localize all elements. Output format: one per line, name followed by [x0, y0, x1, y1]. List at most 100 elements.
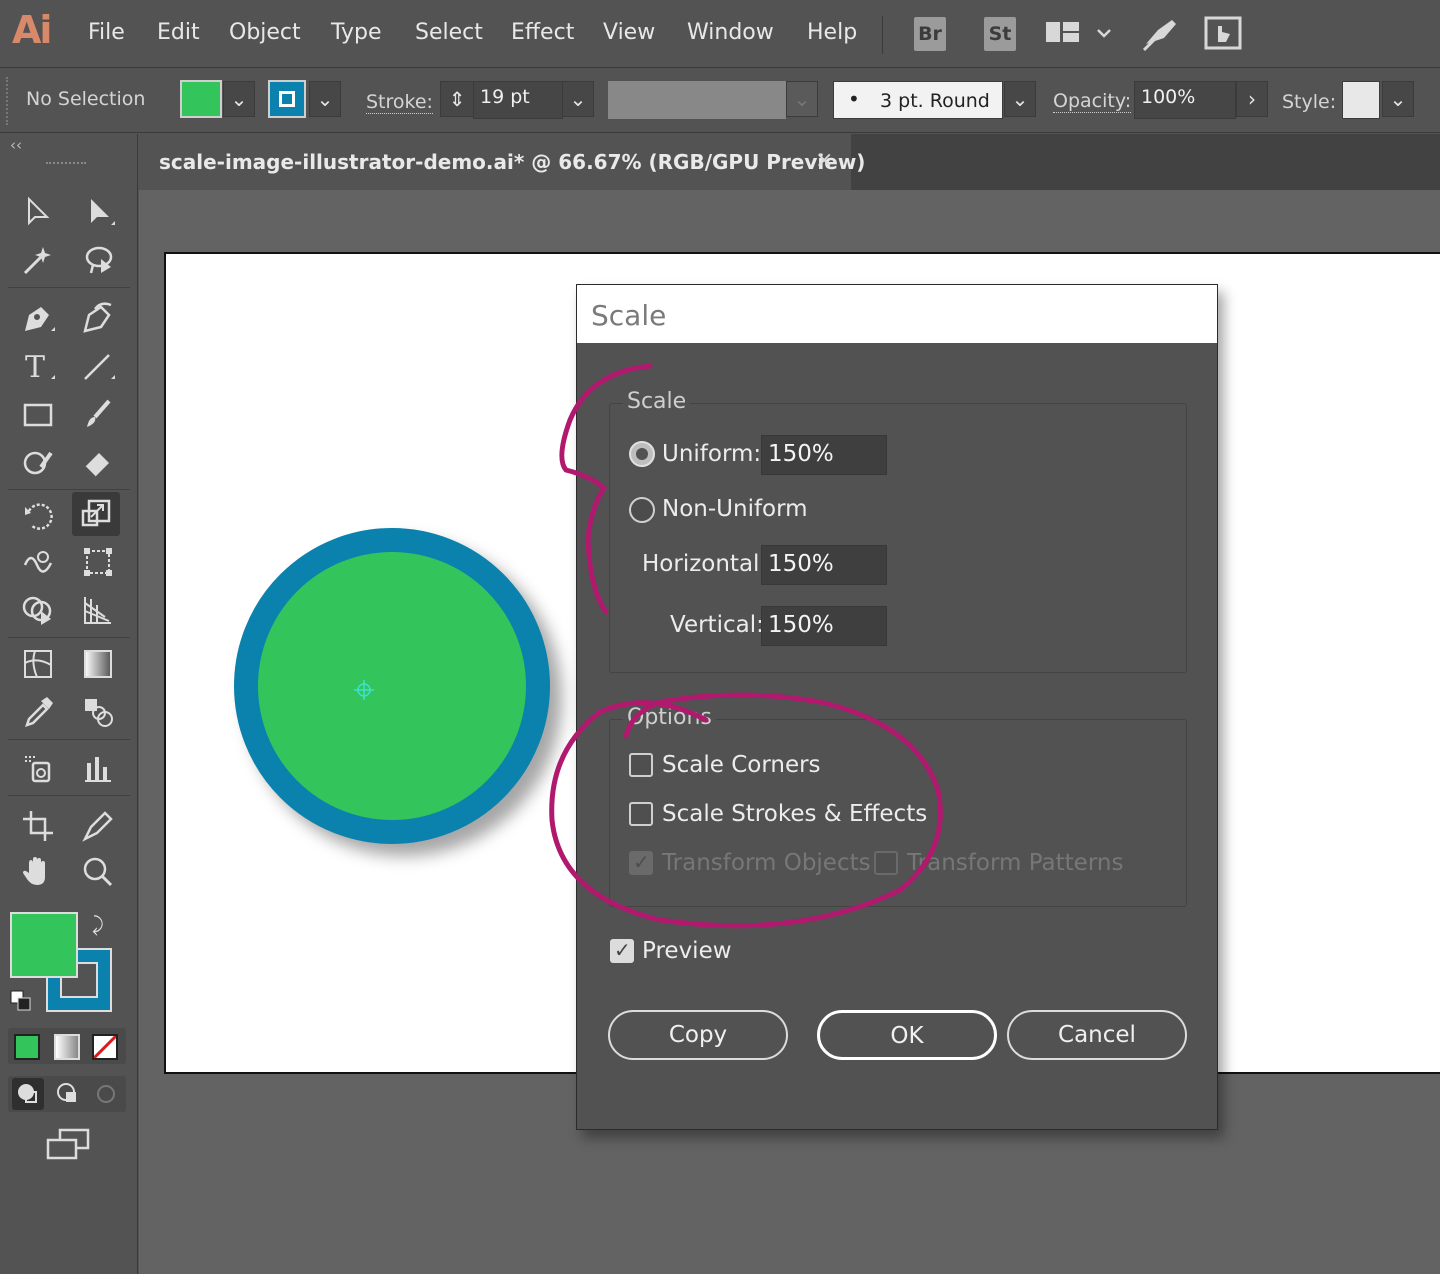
gpu-performance-icon[interactable] — [1142, 16, 1180, 56]
paintbrush-tool-icon[interactable] — [74, 392, 122, 436]
scale-tool-icon[interactable] — [72, 492, 120, 536]
opacity-label[interactable]: Opacity: — [1053, 90, 1132, 113]
blend-tool-icon[interactable] — [74, 690, 122, 734]
menu-edit[interactable]: Edit — [157, 20, 200, 45]
menu-effect[interactable]: Effect — [511, 20, 574, 45]
eyedropper-tool-icon[interactable] — [14, 690, 62, 734]
control-bar-grip[interactable] — [6, 77, 10, 125]
ok-button[interactable]: OK — [817, 1010, 997, 1060]
variable-width-profile[interactable] — [608, 81, 786, 119]
selected-circle-artwork[interactable] — [234, 528, 550, 844]
opacity-field[interactable]: 100% — [1134, 81, 1236, 119]
opacity-slider-button[interactable]: › — [1236, 81, 1268, 117]
uniform-label[interactable]: Uniform: — [662, 441, 761, 467]
line-segment-tool-icon[interactable] — [74, 344, 122, 388]
dialog-titlebar[interactable]: Scale — [577, 285, 1217, 343]
reference-point-icon[interactable] — [352, 678, 376, 706]
scale-corners-label[interactable]: Scale Corners — [662, 752, 821, 778]
magic-wand-tool-icon[interactable] — [14, 238, 62, 282]
transform-objects-checkbox — [629, 850, 653, 875]
scale-strokes-effects-label[interactable]: Scale Strokes & Effects — [662, 801, 927, 827]
control-bar: No Selection ⌄ ⌄ Stroke: ⇕ 19 pt ⌄ ⌄ • 3… — [0, 69, 1440, 133]
default-fill-stroke-icon[interactable] — [10, 990, 32, 1016]
stroke-label[interactable]: Stroke: — [366, 91, 433, 114]
graphic-style-swatch[interactable] — [1342, 81, 1380, 119]
preview-label[interactable]: Preview — [642, 938, 732, 964]
toolbar-divider — [8, 489, 130, 490]
draw-normal-icon[interactable] — [12, 1078, 44, 1110]
vertical-field[interactable]: 150% — [761, 606, 887, 646]
free-transform-tool-icon[interactable] — [74, 540, 122, 584]
menu-view[interactable]: View — [603, 20, 655, 45]
uniform-radio[interactable] — [629, 441, 655, 467]
curvature-tool-icon[interactable] — [74, 296, 122, 340]
pen-tool-icon[interactable] — [14, 296, 62, 340]
touch-workspace-icon[interactable] — [1204, 16, 1242, 56]
lasso-tool-icon[interactable] — [74, 238, 122, 282]
uniform-field[interactable]: 150% — [761, 435, 887, 475]
menu-select[interactable]: Select — [415, 20, 483, 45]
fill-dropdown[interactable]: ⌄ — [223, 81, 255, 117]
stock-button[interactable]: St — [984, 17, 1016, 51]
hand-tool-icon[interactable] — [14, 850, 62, 894]
shaper-tool-icon[interactable] — [14, 440, 62, 484]
perspective-grid-tool-icon[interactable] — [74, 588, 122, 632]
horizontal-field[interactable]: 150% — [761, 545, 887, 585]
rotate-tool-icon[interactable] — [14, 494, 62, 538]
draw-inside-icon[interactable] — [90, 1078, 122, 1110]
stroke-weight-field[interactable]: 19 pt — [473, 81, 563, 119]
warp-tool-icon[interactable] — [14, 540, 62, 584]
gradient-mode-icon[interactable] — [54, 1034, 80, 1060]
brush-dropdown[interactable]: ⌄ — [1004, 81, 1036, 117]
direct-selection-tool-icon[interactable] — [74, 190, 122, 234]
selection-tool-icon[interactable] — [14, 190, 62, 234]
stroke-swatch[interactable] — [268, 80, 306, 118]
close-tab-icon[interactable]: × — [815, 148, 833, 173]
menu-window[interactable]: Window — [687, 20, 774, 45]
zoom-tool-icon[interactable] — [74, 850, 122, 894]
rectangle-tool-icon[interactable] — [14, 392, 62, 436]
column-graph-tool-icon[interactable] — [74, 746, 122, 790]
cancel-button[interactable]: Cancel — [1007, 1010, 1187, 1060]
scale-corners-checkbox[interactable] — [629, 753, 653, 777]
dialog-title: Scale — [591, 299, 667, 332]
fill-color-box[interactable] — [10, 912, 78, 978]
mesh-tool-icon[interactable] — [14, 642, 62, 686]
symbol-sprayer-tool-icon[interactable] — [14, 746, 62, 790]
non-uniform-radio[interactable] — [629, 497, 655, 523]
non-uniform-label[interactable]: Non-Uniform — [662, 496, 808, 522]
type-tool-icon[interactable]: T — [14, 344, 62, 388]
arrange-documents-icon[interactable] — [1046, 20, 1118, 52]
artboard-tool-icon[interactable] — [14, 804, 62, 848]
screen-mode-icon[interactable] — [44, 1126, 92, 1166]
svg-text:T: T — [25, 350, 45, 383]
preview-checkbox[interactable] — [610, 938, 634, 963]
transform-objects-label: Transform Objects — [662, 850, 871, 876]
stroke-weight-dropdown[interactable]: ⌄ — [562, 81, 594, 117]
menu-help[interactable]: Help — [807, 20, 857, 45]
brush-definition[interactable]: • 3 pt. Round — [833, 81, 1003, 119]
toolbar-divider — [8, 739, 130, 740]
shape-builder-tool-icon[interactable] — [14, 588, 62, 632]
color-mode-icon[interactable] — [14, 1034, 40, 1060]
graphic-style-dropdown[interactable]: ⌄ — [1382, 81, 1414, 117]
draw-behind-icon[interactable] — [52, 1078, 84, 1110]
stroke-weight-stepper[interactable]: ⇕ — [440, 81, 474, 117]
eraser-tool-icon[interactable] — [74, 440, 122, 484]
variable-width-dropdown[interactable]: ⌄ — [786, 81, 818, 117]
menu-object[interactable]: Object — [229, 20, 301, 45]
bridge-button[interactable]: Br — [914, 17, 946, 51]
scale-strokes-effects-checkbox[interactable] — [629, 802, 653, 826]
document-tab[interactable]: scale-image-illustrator-demo.ai* @ 66.67… — [139, 134, 865, 190]
copy-button[interactable]: Copy — [608, 1010, 788, 1060]
toolbar-grip[interactable] — [46, 162, 86, 168]
slice-tool-icon[interactable] — [74, 804, 122, 848]
collapse-panel-icon[interactable]: ‹‹ — [10, 136, 22, 154]
menu-type[interactable]: Type — [331, 20, 382, 45]
swap-fill-stroke-icon[interactable]: ⤸ — [92, 912, 104, 936]
menu-file[interactable]: File — [88, 20, 125, 45]
fill-swatch[interactable] — [180, 80, 222, 118]
gradient-tool-icon[interactable] — [74, 642, 122, 686]
stroke-dropdown[interactable]: ⌄ — [309, 81, 341, 117]
none-mode-icon[interactable] — [92, 1034, 118, 1060]
